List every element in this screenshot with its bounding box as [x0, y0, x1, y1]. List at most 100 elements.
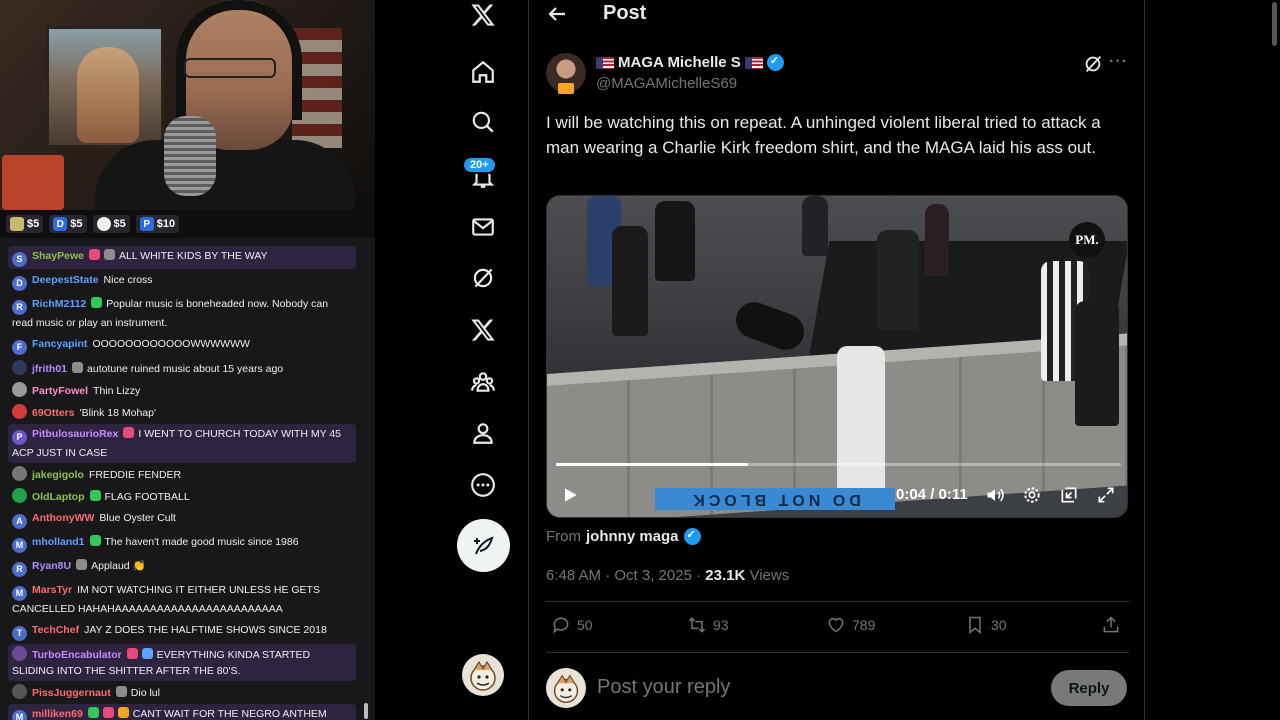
profile-icon[interactable] — [468, 418, 498, 448]
chat-message: F Fancyapint OOOOOOOOOOOOWWWWWW — [8, 334, 356, 357]
chat-username[interactable]: jakegigolo — [32, 469, 84, 481]
reply-button[interactable]: Reply — [1051, 670, 1127, 706]
chat-badge-icon — [91, 297, 103, 308]
chat-avatar[interactable] — [12, 684, 27, 699]
post-timestamp[interactable]: 6:48 AM · Oct 3, 2025 — [546, 567, 692, 584]
chat-username[interactable]: TechChef — [32, 624, 79, 636]
chat-avatar[interactable]: R — [12, 300, 27, 315]
chat-badge-icon — [76, 559, 88, 570]
chat-message: Mmholland1 The haven't made good music si… — [8, 532, 356, 555]
repost-count: 93 — [713, 617, 729, 633]
chat-avatar[interactable] — [12, 488, 27, 503]
mail-icon[interactable] — [468, 212, 498, 242]
chat-username[interactable]: TurboEncabulator — [32, 649, 122, 661]
author-name[interactable]: MAGA Michelle S — [618, 54, 741, 71]
chat-text: Blue Oyster Cult — [99, 512, 176, 524]
chat-avatar[interactable]: D — [12, 276, 27, 291]
chat-username[interactable]: AnthonyWW — [32, 512, 94, 524]
chat-avatar[interactable]: A — [12, 514, 27, 529]
nav-rail — [375, 0, 528, 720]
settings-gear-icon[interactable] — [1020, 484, 1044, 506]
author-avatar[interactable] — [546, 53, 586, 94]
play-icon[interactable] — [559, 484, 581, 506]
grok-explain-icon[interactable] — [1082, 53, 1104, 75]
chat-text: Thin Lizzy — [93, 385, 141, 397]
reply-action[interactable]: 50 — [551, 615, 593, 635]
chat-text: FREDDIE FENDER — [88, 469, 182, 481]
chat-avatar[interactable] — [12, 646, 27, 661]
donation-tier: P $10 — [135, 215, 180, 233]
chat-username[interactable]: PissJuggernaut — [32, 687, 111, 699]
post-metadata: 6:48 AM · Oct 3, 2025 · 23.1K Views — [546, 567, 790, 584]
chat-username[interactable]: mholland1 — [32, 536, 85, 548]
chat-username[interactable]: Fancyapint — [32, 338, 87, 350]
chat-username[interactable]: 69Otters — [32, 407, 75, 419]
chat-avatar[interactable]: T — [12, 626, 27, 641]
volume-icon[interactable] — [983, 484, 1007, 506]
chat-avatar[interactable] — [12, 382, 27, 397]
video-source-line: From johnny maga — [546, 528, 701, 545]
chat-avatar[interactable]: M — [12, 538, 27, 553]
chat-badge-icon — [88, 249, 100, 260]
fullscreen-icon[interactable] — [1094, 484, 1118, 506]
streamer-shirt — [95, 140, 355, 210]
video-progress-bar[interactable] — [556, 463, 1121, 466]
chat-avatar[interactable]: M — [12, 586, 27, 601]
chat-username[interactable]: jfrith01 — [32, 363, 67, 375]
chat-scrollbar[interactable] — [364, 703, 368, 719]
post-more-icon[interactable]: ··· — [1109, 53, 1131, 75]
chat-username[interactable]: RichM2112 — [32, 298, 86, 310]
repost-action[interactable]: 93 — [687, 615, 729, 635]
page-scrollbar[interactable] — [1272, 2, 1277, 46]
account-avatar[interactable] — [462, 654, 504, 696]
picture-in-picture-icon[interactable] — [1057, 484, 1081, 506]
chat-username[interactable]: PartyFowel — [32, 385, 88, 397]
chat-avatar[interactable] — [12, 360, 27, 375]
notifications-badge: 20+ — [462, 156, 497, 174]
chat-username[interactable]: Ryan8U — [32, 560, 71, 572]
chat-message: Mmilliken69 CANT WAIT FOR THE NEGRO ANTHE… — [8, 704, 356, 720]
more-options-icon[interactable] — [468, 470, 498, 500]
chat-username[interactable]: PitbulosaurioRex — [32, 428, 118, 440]
bookmark-action[interactable]: 30 — [965, 615, 1007, 635]
chat-username[interactable]: OldLaptop — [32, 491, 85, 503]
author-name-row[interactable]: MAGA Michelle S — [596, 54, 784, 71]
like-count: 789 — [852, 617, 876, 633]
chat-avatar[interactable]: F — [12, 340, 27, 355]
views-label: Views — [749, 567, 790, 584]
communities-icon[interactable] — [468, 367, 498, 397]
video-player[interactable]: PM. DO NOT BLOCK 0:04 / 0:11 — [546, 195, 1128, 518]
search-icon[interactable] — [468, 107, 498, 137]
chat-avatar[interactable]: S — [12, 252, 27, 267]
chat-message: 69Otters 'Blink 18 Mohap' — [8, 402, 356, 423]
chat-username[interactable]: ShayPewe — [32, 250, 84, 262]
x-logo-icon[interactable] — [468, 0, 498, 30]
source-account-link[interactable]: johnny maga — [586, 528, 679, 545]
heart-icon — [828, 618, 844, 633]
chat-avatar[interactable]: M — [12, 710, 27, 720]
back-arrow-icon[interactable] — [545, 2, 569, 26]
donation-tier: $5 — [6, 215, 44, 233]
reply-input[interactable]: Post your reply — [597, 676, 730, 699]
home-icon[interactable] — [468, 57, 498, 87]
chat-avatar[interactable]: R — [12, 562, 27, 577]
grok-icon[interactable] — [468, 263, 498, 293]
chat-badge-icon — [123, 427, 135, 438]
premium-x-icon[interactable] — [468, 315, 498, 345]
reply-avatar — [546, 668, 586, 708]
chat-avatar[interactable]: P — [12, 430, 27, 445]
donation-amount: $5 — [27, 218, 40, 230]
bookmark-count: 30 — [991, 617, 1007, 633]
chat-username[interactable]: milliken69 — [32, 708, 83, 720]
video-figure — [655, 201, 695, 281]
author-handle[interactable]: @MAGAMichelleS69 — [596, 75, 737, 92]
chat-avatar[interactable] — [12, 404, 27, 419]
like-action[interactable]: 789 — [826, 615, 875, 635]
views-count: 23.1K — [705, 567, 746, 584]
chat-text: FLAG FOOTBALL — [104, 491, 190, 503]
share-action[interactable] — [1101, 615, 1121, 635]
chat-username[interactable]: MarsTyr — [32, 584, 72, 596]
chat-username[interactable]: DeepestState — [32, 274, 99, 286]
compose-post-button[interactable] — [457, 519, 510, 572]
chat-avatar[interactable] — [12, 466, 27, 481]
